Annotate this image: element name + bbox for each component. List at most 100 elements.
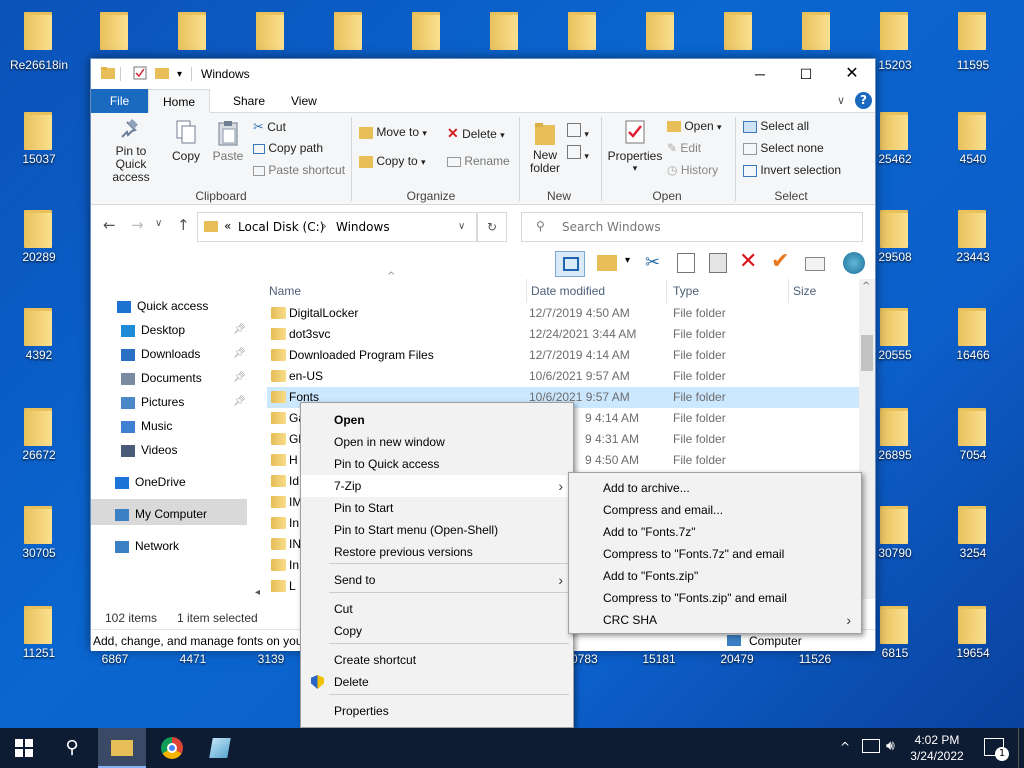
submenu-item-2[interactable]: Add to "Fonts.7z": [569, 521, 861, 543]
desktop-folder-icon[interactable]: 15037: [2, 100, 82, 196]
show-hidden-icons-chevron-icon[interactable]: ^: [840, 740, 850, 754]
desktop-folder-icon[interactable]: 4392: [2, 296, 82, 392]
pin-icon[interactable]: 📌︎: [233, 372, 246, 383]
volume-icon[interactable]: 🔊︎: [886, 738, 895, 754]
context-menu-item-restore-previous-versions[interactable]: Restore previous versions: [301, 541, 573, 563]
details-view-button[interactable]: [555, 251, 585, 277]
forward-arrow-icon[interactable]: →: [131, 216, 144, 234]
help-icon[interactable]: ?: [855, 92, 872, 109]
minimize-button[interactable]: ─: [737, 59, 783, 89]
cut-icon[interactable]: ✂: [645, 252, 660, 273]
tab-view[interactable]: View: [277, 89, 331, 113]
desktop-folder-icon[interactable]: 16466: [936, 296, 1016, 392]
search-icon[interactable]: ⚲: [48, 728, 96, 768]
cut-button[interactable]: ✂ Cut: [253, 119, 286, 135]
nav-item-desktop[interactable]: Desktop: [121, 319, 185, 341]
desktop-folder-icon[interactable]: 4540: [936, 100, 1016, 196]
close-button[interactable]: ✕: [829, 59, 875, 89]
easy-access-button[interactable]: ▾: [567, 145, 589, 162]
nav-item-music[interactable]: Music: [121, 415, 172, 437]
submenu-item-1[interactable]: Compress and email...: [569, 499, 861, 521]
copy-button[interactable]: Copy: [169, 119, 203, 163]
tab-file[interactable]: File: [91, 89, 148, 113]
submenu-item-4[interactable]: Add to "Fonts.zip": [569, 565, 861, 587]
desktop-folder-icon[interactable]: 26672: [2, 396, 82, 492]
context-menu-item-delete[interactable]: Delete: [301, 671, 573, 693]
customize-toolbar-chevron-icon[interactable]: ▾: [177, 69, 182, 80]
submenu-item-5[interactable]: Compress to "Fonts.zip" and email: [569, 587, 861, 609]
select-all-button[interactable]: Select all: [743, 119, 809, 133]
copy-path-button[interactable]: Copy path: [253, 141, 323, 155]
context-menu-item-copy[interactable]: Copy: [301, 620, 573, 642]
history-button[interactable]: ◷ History: [667, 163, 718, 177]
invert-selection-button[interactable]: Invert selection: [743, 163, 841, 177]
tab-share[interactable]: Share: [219, 89, 279, 113]
context-menu-item-open-in-new-window[interactable]: Open in new window: [301, 431, 573, 453]
column-header-name[interactable]: Name: [267, 279, 527, 303]
column-header-size[interactable]: Size: [791, 279, 861, 303]
up-arrow-icon[interactable]: ↑: [177, 216, 190, 234]
desktop-folder-icon[interactable]: 11251: [2, 594, 82, 690]
nav-item-quick-access[interactable]: Quick access: [117, 295, 208, 317]
context-menu-item-open[interactable]: Open: [301, 409, 573, 431]
nav-item-videos[interactable]: Videos: [121, 439, 177, 461]
submenu-item-0[interactable]: Add to archive...: [569, 477, 861, 499]
submenu-item-6[interactable]: CRC SHA ›: [569, 609, 861, 631]
network-icon[interactable]: [862, 739, 880, 753]
file-row[interactable]: DigitalLocker 12/7/2019 4:50 AM File folde…: [267, 303, 859, 324]
scrollbar-thumb[interactable]: [861, 335, 873, 371]
globe-icon[interactable]: [843, 252, 865, 274]
paste-shortcut-button[interactable]: Paste shortcut: [253, 163, 345, 177]
file-row[interactable]: dot3svc 12/24/2021 3:44 AM File folder: [267, 324, 859, 345]
tab-home[interactable]: Home: [148, 89, 211, 113]
nav-item-documents[interactable]: Documents: [121, 367, 202, 389]
context-menu-item-7-zip[interactable]: 7-Zip ›: [301, 475, 573, 497]
desktop-folder-icon[interactable]: Re26618in: [2, 0, 82, 96]
new-folder-icon[interactable]: [155, 66, 169, 80]
file-row[interactable]: Downloaded Program Files 12/7/2019 4:14 A…: [267, 345, 859, 366]
desktop-folder-icon[interactable]: 20289: [2, 198, 82, 294]
address-overflow[interactable]: «: [224, 219, 231, 233]
submenu-item-3[interactable]: Compress to "Fonts.7z" and email: [569, 543, 861, 565]
open-button[interactable]: Open ▾: [667, 119, 722, 133]
column-header-date[interactable]: Date modified: [527, 279, 667, 303]
paste-button[interactable]: Paste: [211, 119, 245, 163]
file-row[interactable]: en-US 10/6/2021 9:57 AM File folder: [267, 366, 859, 387]
desktop-folder-icon[interactable]: 19654: [936, 594, 1016, 690]
ribbon-collapse-chevron-icon[interactable]: ∨: [837, 94, 845, 107]
taskbar-app[interactable]: [196, 728, 244, 768]
nav-item-network[interactable]: Network: [115, 535, 179, 557]
desktop-folder-icon[interactable]: 3254: [936, 494, 1016, 590]
desktop-folder-icon[interactable]: 11595: [936, 0, 1016, 96]
nav-item-downloads[interactable]: Downloads: [121, 343, 200, 365]
address-dropdown-chevron-icon[interactable]: ∨: [458, 221, 465, 232]
show-desktop-button[interactable]: [1018, 728, 1024, 768]
address-segment-root[interactable]: Local Disk (C:): [238, 220, 324, 234]
select-none-button[interactable]: Select none: [743, 141, 824, 155]
move-to-button[interactable]: Move to ▾: [359, 125, 427, 139]
recent-locations-chevron-icon[interactable]: ∨: [155, 218, 162, 229]
pin-icon[interactable]: 📌︎: [233, 396, 246, 407]
nav-item-pictures[interactable]: Pictures: [121, 391, 184, 413]
clock[interactable]: 4:02 PM 3/24/2022: [906, 732, 968, 764]
start-button[interactable]: [0, 728, 48, 768]
scroll-up-arrow-icon[interactable]: ^: [862, 281, 870, 292]
delete-x-icon[interactable]: ✕: [739, 249, 757, 274]
context-menu-item-pin-to-start[interactable]: Pin to Start: [301, 497, 573, 519]
desktop-folder-icon[interactable]: 23443: [936, 198, 1016, 294]
context-menu-item-cut[interactable]: Cut: [301, 598, 573, 620]
context-menu-item-send-to[interactable]: Send to ›: [301, 569, 573, 591]
pin-quick-access-button[interactable]: Pin to Quick access: [99, 119, 163, 184]
maximize-button[interactable]: ☐: [783, 59, 829, 89]
edit-button[interactable]: ✎ Edit: [667, 141, 701, 155]
back-arrow-icon[interactable]: ←: [103, 216, 116, 234]
paste-icon[interactable]: [709, 253, 727, 273]
context-menu-item-pin-to-start-menu-open-shell[interactable]: Pin to Start menu (Open-Shell): [301, 519, 573, 541]
new-folder-button[interactable]: New folder: [527, 119, 563, 175]
search-box[interactable]: ⚲ Search Windows: [521, 212, 863, 242]
refresh-button[interactable]: ↻: [477, 212, 507, 242]
address-separator[interactable]: ›: [322, 219, 327, 233]
properties-check-icon[interactable]: [133, 66, 147, 80]
rename-button[interactable]: Rename: [447, 154, 510, 168]
delete-button[interactable]: ✕ Delete ▾: [447, 125, 505, 142]
